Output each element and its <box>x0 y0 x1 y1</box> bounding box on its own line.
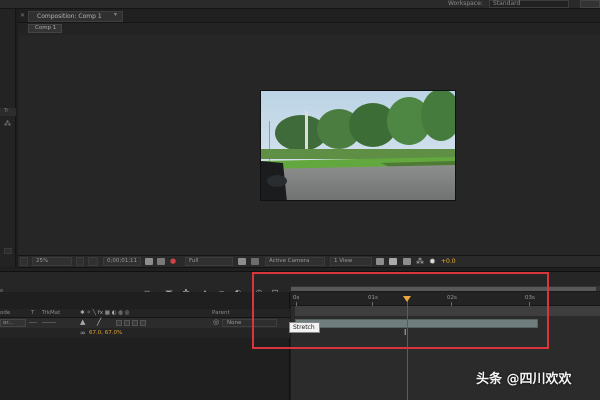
fast-previews-icon[interactable] <box>389 258 397 265</box>
always-preview-toggle[interactable] <box>20 257 28 266</box>
tracker-tab[interactable]: Tr <box>0 108 16 116</box>
panel-menu-icon[interactable]: ▾ <box>114 11 117 18</box>
preserve-transparency-switch[interactable] <box>29 322 37 323</box>
search-help-button[interactable] <box>580 0 600 8</box>
trkmat-column-label: TrkMat <box>42 310 61 316</box>
pickwhip-icon[interactable]: ◎ <box>213 318 219 326</box>
region-of-interest-icon[interactable] <box>238 258 246 265</box>
flowchart-view-icon[interactable]: ⁂ <box>416 257 424 266</box>
scale-property-row <box>0 328 290 338</box>
magnification-select[interactable]: 25% <box>32 257 72 266</box>
workspace-select[interactable]: Standard <box>489 0 569 8</box>
close-icon[interactable]: ✕ <box>20 12 25 19</box>
transparency-grid-icon[interactable] <box>251 258 259 265</box>
constrain-proportions-icon[interactable]: ∞ <box>80 329 86 337</box>
scale-value[interactable]: 67.0, 67.0% <box>89 330 122 336</box>
t-column-label: T <box>31 310 35 316</box>
shy-switch-icon[interactable]: ▲ <box>80 318 85 326</box>
mask-visibility-toggle[interactable] <box>88 257 98 266</box>
left-panel <box>0 9 16 267</box>
layer-mode-select[interactable]: or... <box>0 319 26 327</box>
parent-column-label: Parent <box>212 310 230 316</box>
timeline-icon[interactable] <box>403 258 411 265</box>
mode-column-label: ode <box>0 310 11 316</box>
grid-toggle[interactable] <box>76 257 84 266</box>
camera-view-select[interactable]: Active Camera <box>265 257 325 266</box>
resolution-select[interactable]: Full <box>185 257 233 266</box>
exposure-value[interactable]: +0.0 <box>441 258 456 265</box>
color-channels-icon[interactable]: ● <box>170 257 176 265</box>
switches-header-icon: ✱ ✧ ╲ fx ▦ ◐ ◍ ◎ <box>80 310 130 316</box>
frame-blend-switch[interactable] <box>124 320 130 326</box>
watermark-text: 头条 @四川欢欢 <box>476 372 572 387</box>
tab-composition[interactable]: Composition: Comp 1 <box>28 11 123 22</box>
motion-blur-switch[interactable] <box>132 320 138 326</box>
comp-navigator-chip[interactable]: Comp 1 <box>28 24 62 33</box>
view-layout-select[interactable]: 1 View <box>330 257 372 266</box>
left-panel-scroll[interactable] <box>4 248 12 254</box>
composition-subtab-bar <box>18 23 600 35</box>
trkmat-select[interactable] <box>42 322 56 323</box>
annotation-highlight-frame <box>252 272 549 349</box>
toggle-pixel-aspect-icon[interactable] <box>376 258 384 265</box>
show-snapshot-icon[interactable] <box>157 258 165 265</box>
workspace-label: Workspace: <box>448 0 483 7</box>
flowchart-icon[interactable]: ⁂ <box>4 120 12 128</box>
quality-switch-icon[interactable]: ╱ <box>97 318 101 326</box>
effect-switch[interactable] <box>116 320 122 326</box>
road-footage-image <box>261 91 455 200</box>
exposure-reset-icon[interactable]: ✹ <box>429 257 436 266</box>
footage-frame <box>260 90 456 201</box>
adjustment-layer-switch[interactable] <box>140 320 146 326</box>
snapshot-icon[interactable] <box>145 258 153 265</box>
current-time-display[interactable]: 0;00;01;11 <box>103 257 141 266</box>
